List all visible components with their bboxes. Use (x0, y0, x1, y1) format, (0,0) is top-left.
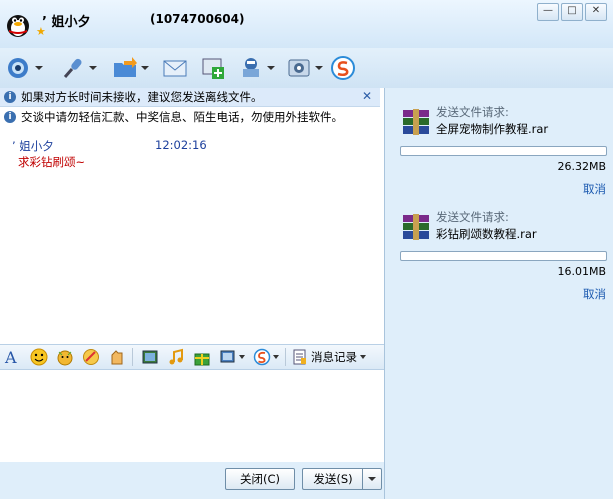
soso-icon[interactable] (253, 348, 271, 366)
chevron-down-icon (89, 66, 97, 70)
contact-name: ’ 姐小夕 (42, 15, 91, 30)
winrar-archive-icon (403, 214, 429, 240)
music-icon[interactable] (167, 348, 185, 366)
qq-penguin-avatar-icon[interactable] (4, 10, 32, 38)
info-icon: i (4, 111, 16, 123)
minimize-button[interactable]: — (537, 3, 559, 21)
title-bar: ★ ’ 姐小夕 (1074700604) — □ ✕ (0, 0, 613, 48)
info-icon: i (4, 91, 16, 103)
app-add-icon (202, 58, 224, 79)
transfer-filename: 全屏宠物制作教程.rar (436, 122, 549, 136)
contact-id: (1074700604) (150, 12, 245, 26)
transfer-progress-bar (400, 251, 607, 261)
message-text: 求彩钻刷颂~ (18, 155, 86, 169)
close-icon[interactable]: ✕ (362, 89, 372, 103)
notice-text: 如果对方长时间未接收，建议您发送离线文件。 (21, 90, 263, 104)
close-window-button[interactable]: ✕ (585, 3, 607, 21)
main-toolbar (0, 48, 613, 88)
message-log-label: 消息记录 (311, 350, 357, 364)
transfer-filename: 彩钻刷颂数教程.rar (436, 227, 537, 241)
offline-file-notice: i 如果对方长时间未接收，建议您发送离线文件。 ✕ (0, 88, 380, 107)
mail-icon (163, 60, 187, 77)
gift-icon[interactable] (193, 348, 211, 366)
cancel-transfer-link[interactable]: 取消 (583, 286, 606, 302)
transfer-header: 发送文件请求: (436, 105, 509, 119)
chevron-down-icon[interactable] (273, 355, 279, 359)
mail-button[interactable] (162, 54, 188, 82)
image-icon[interactable] (141, 348, 159, 366)
chevron-down-icon[interactable] (239, 355, 245, 359)
message-sender: ’ 姐小夕 (12, 139, 54, 153)
cancel-transfer-link[interactable]: 取消 (583, 181, 606, 197)
chevron-down-icon (267, 66, 275, 70)
message-input[interactable] (0, 370, 384, 460)
svg-text:A: A (4, 348, 17, 366)
maximize-button[interactable]: □ (561, 3, 583, 21)
divider (285, 348, 286, 366)
voice-call-button[interactable] (60, 54, 97, 82)
settings-button[interactable] (286, 54, 323, 82)
remote-assist-button[interactable] (238, 54, 275, 82)
video-call-button[interactable] (6, 54, 43, 82)
message-time: 12:02:16 (155, 138, 207, 152)
settings-icon (288, 59, 310, 77)
transfer-progress-bar (400, 146, 607, 156)
format-toolbar: A 消息记录 (0, 344, 384, 370)
send-bar: 关闭(C) 发送(S) (0, 462, 384, 499)
chevron-down-icon (360, 355, 366, 359)
screenshot-icon[interactable] (219, 348, 237, 366)
transfer-size: 26.32MB (557, 160, 606, 173)
scrawl-emoticon-icon[interactable] (82, 348, 100, 366)
close-button[interactable]: 关闭(C) (225, 468, 295, 490)
window-controls: — □ ✕ (537, 3, 607, 21)
soso-icon (331, 56, 355, 80)
message-log-button[interactable]: 消息记录 (292, 349, 366, 365)
soso-button[interactable] (330, 54, 356, 82)
transfer-size: 16.01MB (557, 265, 606, 278)
chevron-down-icon (35, 66, 43, 70)
microphone-icon (63, 58, 82, 78)
chevron-down-icon (315, 66, 323, 70)
transfer-header: 发送文件请求: (436, 210, 509, 224)
send-file-button[interactable] (112, 54, 149, 82)
emoticon-icon[interactable] (30, 348, 48, 366)
magic-emoticon-icon[interactable] (56, 348, 74, 366)
chevron-down-icon (368, 477, 376, 481)
send-options-button[interactable] (362, 468, 382, 490)
chevron-down-icon (141, 66, 149, 70)
remote-assist-icon (243, 58, 259, 77)
send-button[interactable]: 发送(S) (302, 468, 363, 490)
security-text: 交谈中请勿轻信汇款、中奖信息、陌生电话，勿使用外挂软件。 (21, 110, 343, 124)
font-icon[interactable]: A (4, 348, 22, 366)
winrar-archive-icon (403, 109, 429, 135)
chat-pane: i 如果对方长时间未接收，建议您发送离线文件。 ✕ i 交谈中请勿轻信汇款、中奖… (0, 88, 385, 499)
security-notice: i 交谈中请勿轻信汇款、中奖信息、陌生电话，勿使用外挂软件。 (0, 108, 380, 126)
video-call-icon (8, 58, 28, 78)
message-log-icon (293, 349, 306, 365)
app-add-button[interactable] (200, 54, 226, 82)
file-transfer-pane: 发送文件请求: 全屏宠物制作教程.rar 26.32MB 取消 发送文件请求: … (386, 88, 613, 499)
shake-window-icon[interactable] (108, 348, 126, 366)
folder-send-icon (114, 57, 137, 77)
divider (132, 348, 133, 366)
